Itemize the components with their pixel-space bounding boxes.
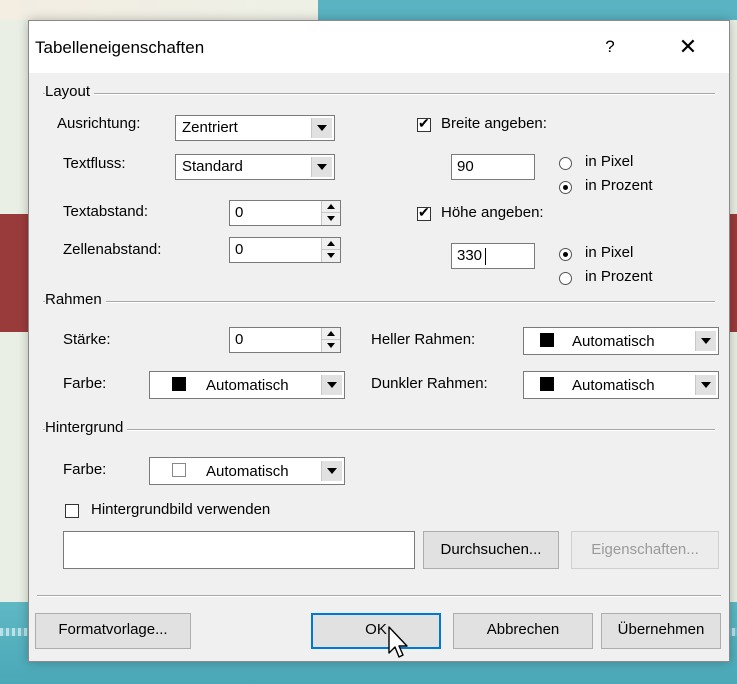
height-pixel-radio[interactable]: [559, 248, 572, 261]
close-button[interactable]: ✕: [671, 33, 705, 61]
chevron-down-icon: [695, 331, 716, 351]
ok-button[interactable]: OK: [311, 613, 441, 649]
width-value: 90: [457, 158, 474, 175]
chevron-down-icon: [321, 375, 342, 395]
mouse-pointer-icon: [388, 626, 408, 658]
color-swatch-black: [540, 377, 554, 391]
textspacing-stepper[interactable]: 0: [229, 200, 341, 226]
height-value: 330: [457, 247, 483, 264]
chevron-down-icon: [311, 118, 332, 138]
chevron-down-icon: [695, 375, 716, 395]
color-swatch-black: [540, 333, 554, 347]
color-swatch-black: [172, 377, 186, 391]
layout-group-label: Layout: [45, 83, 95, 100]
strength-value: 0: [235, 331, 244, 348]
properties-button[interactable]: Eigenschaften...: [571, 531, 719, 569]
strength-stepper[interactable]: 0: [229, 327, 341, 353]
width-check-label: Breite angeben:: [441, 115, 547, 132]
background-group-label: Hintergrund: [45, 419, 128, 436]
border-color-label: Farbe:: [63, 375, 107, 392]
cellspacing-label: Zellenabstand:: [63, 241, 162, 258]
spin-down-icon[interactable]: [322, 340, 340, 352]
textflow-label: Textfluss:: [63, 155, 126, 172]
chevron-down-icon: [321, 461, 342, 481]
browse-button[interactable]: Durchsuchen...: [423, 531, 559, 569]
textspacing-label: Textabstand:: [63, 203, 149, 220]
layout-group-line: [43, 93, 715, 95]
height-percent-label: in Prozent: [585, 268, 653, 285]
height-pixel-label: in Pixel: [585, 244, 634, 261]
border-group-line: [43, 301, 715, 303]
background-group-line: [43, 429, 715, 431]
text-caret: [485, 248, 486, 265]
background-color-select[interactable]: Automatisch: [149, 457, 345, 485]
background-color-label: Farbe:: [63, 461, 107, 478]
border-group-label: Rahmen: [45, 291, 106, 308]
border-color-select[interactable]: Automatisch: [149, 371, 345, 399]
height-percent-radio[interactable]: [559, 272, 572, 285]
spin-up-icon[interactable]: [322, 328, 340, 340]
dialog-title: Tabelleneigenschaften: [35, 38, 205, 57]
alignment-value: Zentriert: [182, 119, 238, 136]
cellspacing-spin[interactable]: [321, 238, 340, 262]
height-check-label: Höhe angeben:: [441, 204, 544, 221]
height-input[interactable]: 330: [451, 243, 535, 269]
footer-line: [37, 595, 721, 597]
textspacing-value: 0: [235, 204, 244, 221]
table-properties-dialog: Tabelleneigenschaften ? ✕ Layout Ausrich…: [28, 20, 730, 662]
alignment-select[interactable]: Zentriert: [175, 115, 335, 141]
spin-down-icon[interactable]: [322, 250, 340, 262]
border-color-value: Automatisch: [206, 377, 289, 394]
cellspacing-value: 0: [235, 241, 244, 258]
light-border-select[interactable]: Automatisch: [523, 327, 719, 355]
strength-spin[interactable]: [321, 328, 340, 352]
width-input[interactable]: 90: [451, 154, 535, 180]
apply-button[interactable]: Übernehmen: [601, 613, 721, 649]
textflow-value: Standard: [182, 158, 243, 175]
light-border-value: Automatisch: [572, 333, 655, 350]
dark-border-select[interactable]: Automatisch: [523, 371, 719, 399]
background-color-value: Automatisch: [206, 463, 289, 480]
height-checkbox[interactable]: [417, 204, 431, 221]
textflow-select[interactable]: Standard: [175, 154, 335, 180]
spin-up-icon[interactable]: [322, 201, 340, 213]
cancel-button[interactable]: Abbrechen: [453, 613, 593, 649]
width-percent-label: in Prozent: [585, 177, 653, 194]
spin-down-icon[interactable]: [322, 213, 340, 225]
dark-border-label: Dunkler Rahmen:: [371, 375, 488, 392]
chevron-down-icon: [311, 157, 332, 177]
background-image-path[interactable]: [63, 531, 415, 569]
background-image-label: Hintergrundbild verwenden: [91, 501, 271, 518]
width-percent-radio[interactable]: [559, 181, 572, 194]
cellspacing-stepper[interactable]: 0: [229, 237, 341, 263]
width-pixel-label: in Pixel: [585, 153, 634, 170]
light-border-label: Heller Rahmen:: [371, 331, 476, 348]
strength-label: Stärke:: [63, 331, 111, 348]
width-pixel-radio[interactable]: [559, 157, 572, 170]
background-teal-strip: [318, 0, 737, 20]
background-image-checkbox[interactable]: [65, 504, 79, 518]
color-swatch-white: [172, 463, 186, 477]
title-bar: Tabelleneigenschaften ? ✕: [29, 21, 729, 73]
alignment-label: Ausrichtung:: [57, 115, 141, 132]
textspacing-spin[interactable]: [321, 201, 340, 225]
dark-border-value: Automatisch: [572, 377, 655, 394]
style-button[interactable]: Formatvorlage...: [35, 613, 191, 649]
width-checkbox[interactable]: [417, 115, 431, 132]
spin-up-icon[interactable]: [322, 238, 340, 250]
help-button[interactable]: ?: [595, 33, 625, 61]
